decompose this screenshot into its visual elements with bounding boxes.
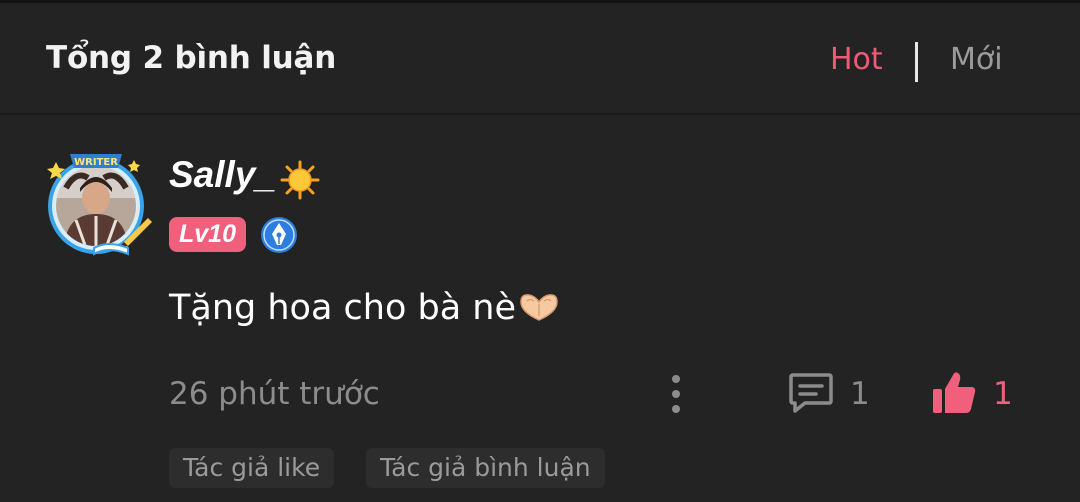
sun-emoji-icon <box>280 160 320 200</box>
writer-pen-badge-icon <box>261 217 297 253</box>
thumbs-up-icon[interactable] <box>930 369 978 417</box>
comments-count-title: Tổng 2 bình luận <box>46 40 337 76</box>
user-avatar[interactable]: WRITER <box>36 148 156 260</box>
reply-count: 1 <box>850 376 870 412</box>
header-divider <box>0 113 1080 115</box>
author-liked-tag: Tác giả like <box>169 448 335 488</box>
author-replied-tag: Tác giả bình luận <box>366 448 605 488</box>
comment-body: Tặng hoa cho bà nè <box>169 288 516 328</box>
comment-timestamp: 26 phút trước <box>169 376 380 412</box>
reply-comment-icon[interactable] <box>787 369 835 415</box>
more-options-icon[interactable] <box>664 372 688 416</box>
level-badge: Lv10 <box>169 217 246 252</box>
sort-separator <box>915 42 918 82</box>
like-count: 1 <box>993 376 1013 412</box>
svg-text:WRITER: WRITER <box>74 157 118 168</box>
sort-hot-tab[interactable]: Hot <box>830 42 883 77</box>
heart-hands-emoji-icon <box>520 294 558 321</box>
comment-text: Tặng hoa cho bà nè <box>169 288 560 328</box>
sort-new-tab[interactable]: Mới <box>950 42 1003 77</box>
username[interactable]: Sally_ <box>169 154 276 196</box>
